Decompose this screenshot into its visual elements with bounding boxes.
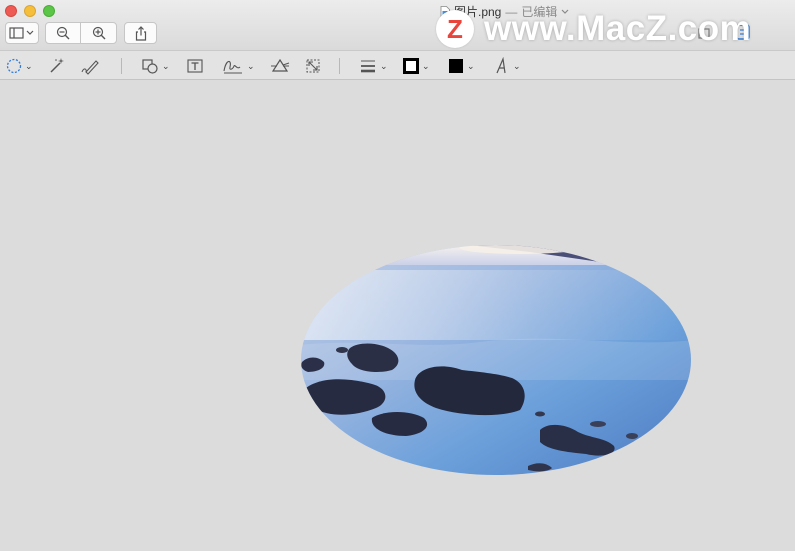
signature-icon [223,60,242,74]
border-color-icon [403,58,419,74]
shape-style-button[interactable]: ⌄ [359,57,388,75]
text-tool-button[interactable] [186,57,204,75]
selection-tool-button[interactable]: ⌄ [6,57,33,75]
text-box-icon [187,59,203,73]
fill-color-icon [449,59,463,73]
close-window-button[interactable] [5,5,17,17]
resize-icon [306,59,320,73]
zoom-window-button[interactable] [43,5,55,17]
watermark-logo: Z [436,10,474,48]
sidebar-toggle-button[interactable] [5,22,39,44]
zoom-in-icon [92,26,105,40]
zoom-out-button[interactable] [45,22,81,44]
toolbar-separator [121,58,122,74]
chevron-down-icon: ⌄ [513,60,521,71]
adjust-color-button[interactable] [270,57,290,75]
chevron-down-icon: ⌄ [25,60,33,71]
zoom-out-icon [56,26,70,40]
fill-color-button[interactable]: ⌄ [448,57,475,75]
sidebar-icon [9,27,34,39]
chevron-down-icon: ⌄ [380,60,388,71]
elliptical-selection-icon [6,58,22,74]
share-button[interactable] [124,22,157,44]
chevron-down-icon: ⌄ [422,60,430,71]
document-canvas[interactable] [0,80,795,551]
adjust-size-button[interactable] [304,57,322,75]
watermark-text: www.MacZ.com [484,9,752,48]
shapes-icon [142,59,158,74]
sketch-pen-icon [81,60,99,75]
toolbar-separator [339,58,340,74]
window-titlebar: 图片.png — 已编辑 Z www.MacZ.com [0,0,795,50]
shapes-button[interactable]: ⌄ [141,57,170,75]
watermark-logo-letter: Z [447,13,463,44]
magic-wand-icon [50,58,64,73]
cropped-photo[interactable] [0,80,795,551]
text-style-button[interactable]: ⌄ [494,57,521,75]
border-color-button[interactable]: ⌄ [403,57,430,75]
markup-toolbar: ⌄ ⌄ ⌄ ⌄ ⌄ ⌄ ⌄ [0,50,795,80]
chevron-down-icon: ⌄ [247,60,255,71]
prism-icon [271,58,290,72]
sign-button[interactable]: ⌄ [222,57,255,75]
chevron-down-icon: ⌄ [162,60,170,71]
watermark: Z www.MacZ.com [436,9,751,49]
minimize-window-button[interactable] [24,5,36,17]
sketch-button[interactable] [81,57,101,75]
share-icon [135,25,146,41]
zoom-in-button[interactable] [80,22,117,44]
chevron-down-icon: ⌄ [467,60,475,71]
line-style-icon [361,60,375,73]
instant-alpha-button[interactable] [48,57,66,75]
font-style-icon [496,57,506,74]
